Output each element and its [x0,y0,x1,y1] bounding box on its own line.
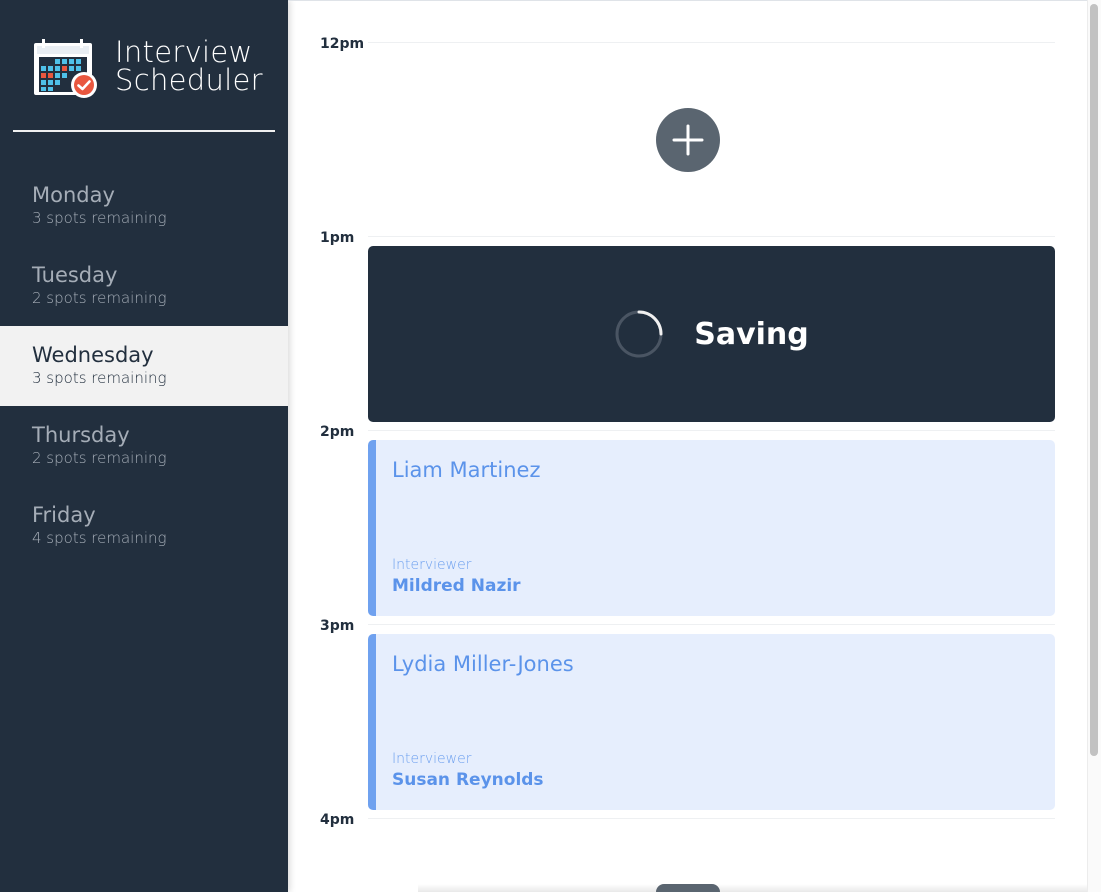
sidebar: Interview Scheduler Monday 3 spots remai… [0,0,288,892]
brand: Interview Scheduler [33,38,273,100]
app-title-line2: Scheduler [115,63,263,97]
hour-line [368,430,1055,431]
day-item-friday[interactable]: Friday 4 spots remaining [0,486,288,566]
scroll-fade [418,884,1088,892]
day-item-monday[interactable]: Monday 3 spots remaining [0,166,288,246]
day-item-thursday[interactable]: Thursday 2 spots remaining [0,406,288,486]
hour-line [368,624,1055,625]
scrollbar-thumb[interactable] [1090,4,1098,756]
day-spots: 2 spots remaining [32,289,167,307]
day-spots: 2 spots remaining [32,449,167,467]
interviewer-name: Mildred Nazir [392,576,521,596]
student-name: Liam Martinez [392,458,541,482]
time-label-4pm: 4pm [320,812,355,828]
day-item-wednesday[interactable]: Wednesday 3 spots remaining [0,326,288,406]
appointment-card[interactable]: Liam Martinez Interviewer Mildred Nazir [368,440,1055,616]
hour-line [368,42,1055,43]
day-name: Monday [32,183,115,207]
interviewer-name: Susan Reynolds [392,770,544,790]
day-name: Wednesday [32,343,154,367]
day-name: Thursday [32,423,130,447]
time-label-2pm: 2pm [320,424,355,440]
interviewer-label: Interviewer [392,751,472,767]
day-name: Tuesday [32,263,118,287]
appointment-card[interactable]: Lydia Miller-Jones Interviewer Susan Rey… [368,634,1055,810]
day-item-tuesday[interactable]: Tuesday 2 spots remaining [0,246,288,326]
schedule-top-border [288,0,1088,1]
interviewer-label: Interviewer [392,557,472,573]
sidebar-divider [13,130,275,132]
loading-spinner-icon [615,310,663,358]
add-appointment-button[interactable] [656,108,720,172]
calendar-logo-icon [34,39,97,98]
student-name: Lydia Miller-Jones [392,652,574,676]
day-name: Friday [32,503,96,527]
time-label-12pm: 12pm [320,36,365,52]
add-icon [672,124,704,156]
saving-label: Saving [694,316,809,352]
hour-line [368,818,1055,819]
saving-status-card: Saving [368,246,1055,422]
day-spots: 3 spots remaining [32,209,167,227]
hour-line [368,236,1055,237]
time-label-1pm: 1pm [320,230,355,246]
day-list: Monday 3 spots remaining Tuesday 2 spots… [0,166,288,566]
day-spots: 3 spots remaining [32,369,167,387]
schedule: 12pm 1pm Saving 2pm Liam Martinez Interv… [288,0,1101,892]
day-spots: 4 spots remaining [32,529,167,547]
app-title-line1: Interview [115,35,253,69]
time-label-3pm: 3pm [320,618,355,634]
add-appointment-button[interactable] [656,884,720,892]
app-title: Interview Scheduler [115,35,263,97]
